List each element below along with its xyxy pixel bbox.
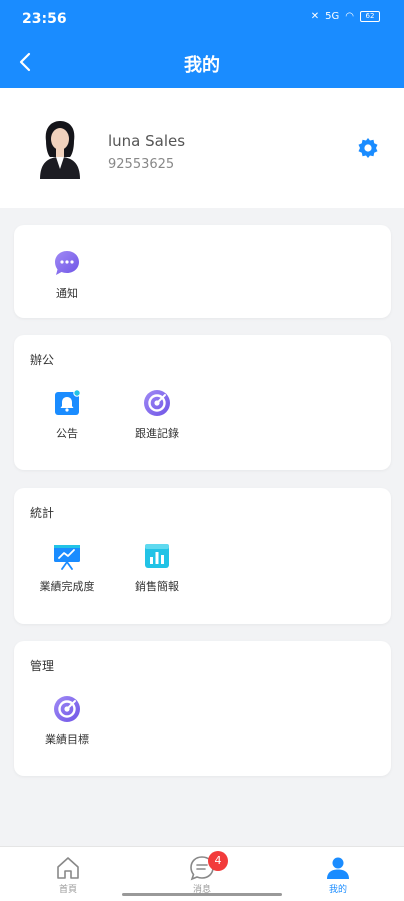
sales-report-item[interactable]: 銷售簡報 [112,542,202,594]
status-bar: 23:56 ✕ 5G ◠ 62 [0,0,404,38]
user-phone: 92553625 [108,157,175,172]
tab-me-label: 我的 [328,885,347,895]
section-title-stats: 統計 [30,506,55,520]
manage-card: 管理 業績目標 [14,641,391,776]
user-name: luna Sales [108,132,186,150]
tab-messages[interactable]: 消息 4 [162,851,242,895]
target-icon [144,390,170,416]
sales-target-item[interactable]: 業績目標 [22,695,112,747]
avatar[interactable] [36,115,84,179]
unread-badge: 4 [208,851,228,871]
gear-icon[interactable] [356,136,380,160]
status-icons: ✕ 5G ◠ 62 [311,11,380,22]
home-icon [57,857,79,879]
battery-icon: 62 [360,11,380,22]
followup-label: 跟進記錄 [135,427,179,440]
home-indicator[interactable] [122,893,282,896]
followup-item[interactable]: 跟進記錄 [112,389,202,441]
announcement-label: 公告 [56,427,78,440]
mute-icon: ✕ [310,11,320,22]
notify-card: 通知 [14,225,391,318]
nav-bar: 我的 [0,38,404,88]
announcement-item[interactable]: 公告 [22,389,112,441]
signal-label: 5G [325,11,340,22]
sales-target-label: 業績目標 [45,733,89,746]
chat-bubble-icon [55,251,79,275]
performance-label: 業績完成度 [39,580,95,593]
notify-label: 通知 [56,287,78,300]
tab-home[interactable]: 首頁 [28,855,108,895]
notify-item[interactable]: 通知 [22,249,112,301]
sales-report-label: 銷售簡報 [135,580,179,593]
office-card: 辦公 公告 跟進記錄 [14,335,391,470]
tab-home-label: 首頁 [58,885,77,895]
section-title-manage: 管理 [30,659,55,673]
section-title-office: 辦公 [30,353,55,367]
profile-card[interactable]: luna Sales 92553625 [0,88,404,208]
target-icon [54,696,80,722]
tab-me[interactable]: 我的 [298,855,378,895]
status-time: 23:56 [22,11,67,27]
bar-report-icon [145,544,169,568]
presentation-chart-icon [54,545,80,570]
page-title: 我的 [184,55,220,76]
stats-card: 統計 業績完成度 銷售簡報 [14,488,391,624]
person-icon [327,857,349,879]
wifi-icon: ◠ [345,11,354,22]
bell-icon [55,389,81,415]
performance-item[interactable]: 業績完成度 [22,542,112,594]
